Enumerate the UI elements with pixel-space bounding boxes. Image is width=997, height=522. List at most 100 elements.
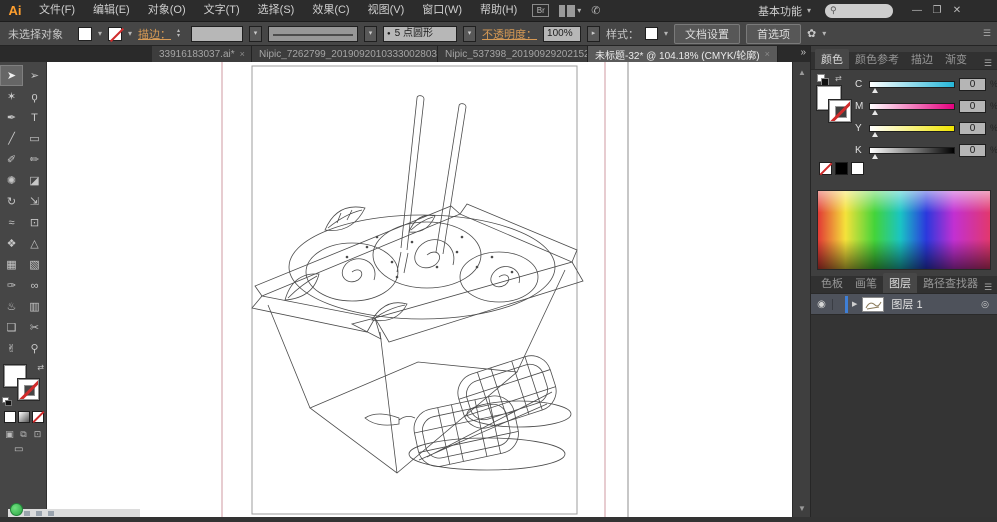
slice-tool[interactable]: ✂: [23, 317, 46, 338]
none-swatch[interactable]: [819, 162, 832, 175]
tab-brushes[interactable]: 画笔: [849, 273, 883, 293]
panel-stroke-swatch[interactable]: [829, 100, 851, 122]
stroke-width-stepper[interactable]: ▴ ▾: [177, 28, 185, 39]
document-tab[interactable]: Nipic_537398_20190929202152610000.ai* ×: [438, 46, 588, 62]
panel-menu-icon[interactable]: ☰: [984, 282, 997, 293]
selection-tool[interactable]: ➤: [0, 65, 23, 86]
none-button[interactable]: [32, 411, 44, 423]
menu-file[interactable]: 文件(F): [30, 0, 84, 21]
stroke-swatch-none[interactable]: [18, 379, 39, 400]
brush-definition-arrow[interactable]: ▾: [463, 25, 477, 42]
document-tab-active[interactable]: 未标题-32* @ 104.18% (CMYK/轮廓) ×: [588, 46, 778, 62]
pen-tool[interactable]: ✒: [0, 107, 23, 128]
minimize-button[interactable]: —: [907, 5, 927, 16]
recolor-artwork-icon[interactable]: ✿: [807, 27, 816, 40]
cs-live-icon[interactable]: ✆: [591, 4, 600, 17]
black-value-field[interactable]: 0: [959, 143, 986, 157]
arrange-documents-button[interactable]: ▾: [559, 4, 581, 17]
mesh-tool[interactable]: ▦: [0, 254, 23, 275]
taskbar-app-icon[interactable]: [48, 510, 54, 516]
style-swatch[interactable]: [645, 27, 659, 40]
blend-tool[interactable]: ∞: [23, 275, 46, 296]
artboard-tool[interactable]: ❑: [0, 317, 23, 338]
cyan-slider[interactable]: [869, 80, 955, 93]
visibility-eye-icon[interactable]: ◉: [811, 298, 833, 310]
swap-fill-stroke-icon[interactable]: ⇄: [37, 363, 44, 372]
rotate-tool[interactable]: ↻: [0, 191, 23, 212]
tab-close-icon[interactable]: ×: [240, 49, 245, 59]
black-slider[interactable]: [869, 146, 955, 159]
perspective-grid-tool[interactable]: △: [23, 233, 46, 254]
tab-pathfinder[interactable]: 路径查找器: [917, 273, 984, 293]
tab-stroke[interactable]: 描边: [905, 49, 939, 69]
tab-color-guide[interactable]: 颜色参考: [849, 49, 905, 69]
bridge-icon[interactable]: Br: [532, 4, 550, 17]
stroke-panel-link[interactable]: 描边：: [138, 26, 171, 42]
white-swatch[interactable]: [851, 162, 864, 175]
layer-row[interactable]: ◉ ▶ 图层 1 ◎: [811, 294, 997, 315]
menu-view[interactable]: 视图(V): [359, 0, 414, 21]
chevron-down-icon[interactable]: ▾: [822, 29, 826, 38]
magenta-slider[interactable]: [869, 102, 955, 115]
taskbar-green-icon[interactable]: [10, 503, 23, 516]
menu-object[interactable]: 对象(O): [139, 0, 195, 21]
lasso-tool[interactable]: ϙ: [23, 86, 46, 107]
menu-edit[interactable]: 编辑(E): [84, 0, 139, 21]
opacity-field[interactable]: 100%: [543, 25, 582, 42]
draw-normal-mode[interactable]: ▣: [3, 428, 16, 440]
width-tool[interactable]: ≈: [0, 212, 23, 233]
restore-button[interactable]: ❐: [927, 5, 947, 16]
scroll-up-icon[interactable]: ▲: [793, 68, 811, 77]
rectangle-tool[interactable]: ▭: [23, 128, 46, 149]
close-button[interactable]: ✕: [947, 5, 967, 16]
stepper-down-icon[interactable]: ▾: [177, 33, 185, 39]
gradient-button[interactable]: [18, 411, 30, 423]
screen-mode-button[interactable]: ▭: [14, 444, 46, 455]
magic-wand-tool[interactable]: ✶: [0, 86, 23, 107]
type-tool[interactable]: T: [23, 107, 46, 128]
width-profile-arrow[interactable]: ▾: [364, 25, 378, 42]
workspace-switcher[interactable]: 基本功能 ▾: [758, 3, 811, 19]
chevron-down-icon[interactable]: ▾: [664, 29, 668, 38]
menu-window[interactable]: 窗口(W): [413, 0, 471, 21]
tab-layers[interactable]: 图层: [883, 273, 917, 293]
brush-definition-dropdown[interactable]: ● 5 点圆形: [383, 25, 458, 42]
canvas[interactable]: [47, 62, 792, 517]
control-panel-menu-icon[interactable]: ☰: [983, 28, 991, 39]
hand-tool[interactable]: ✌: [0, 338, 23, 359]
menu-type[interactable]: 文字(T): [195, 0, 249, 21]
default-fill-stroke-icon[interactable]: [817, 74, 829, 86]
chevron-down-icon[interactable]: ▾: [98, 29, 102, 38]
preferences-button[interactable]: 首选项: [746, 23, 802, 44]
tab-color[interactable]: 颜色: [815, 49, 849, 69]
stroke-color-swatch[interactable]: [108, 26, 123, 41]
eyedropper-tool[interactable]: ✑: [0, 275, 23, 296]
default-fill-stroke-icon[interactable]: [2, 397, 13, 407]
stroke-width-field[interactable]: [191, 25, 244, 42]
width-profile-dropdown[interactable]: [268, 25, 359, 42]
draw-inside-mode[interactable]: ⊡: [31, 428, 44, 440]
fill-color-swatch[interactable]: [78, 26, 92, 41]
document-tab[interactable]: Nipic_7262799_20190920103330028031.ai* ×: [252, 46, 438, 62]
line-segment-tool[interactable]: ╱: [0, 128, 23, 149]
paintbrush-tool[interactable]: ✐: [0, 149, 23, 170]
chevron-down-icon[interactable]: ▾: [128, 29, 132, 38]
eraser-tool[interactable]: ◪: [23, 170, 46, 191]
tab-overflow-chevron[interactable]: »: [800, 47, 806, 58]
pencil-tool[interactable]: ✏: [23, 149, 46, 170]
cyan-value-field[interactable]: 0: [959, 77, 986, 91]
expand-triangle-icon[interactable]: ▶: [852, 300, 857, 308]
color-button[interactable]: [4, 411, 16, 423]
swap-fill-stroke-icon[interactable]: ⇄: [835, 74, 842, 83]
help-search-box[interactable]: ⚲: [825, 3, 893, 18]
draw-behind-mode[interactable]: ⧉: [17, 428, 30, 440]
layer-thumbnail[interactable]: [862, 296, 885, 312]
shape-builder-tool[interactable]: ❖: [0, 233, 23, 254]
column-graph-tool[interactable]: ▥: [23, 296, 46, 317]
document-tab[interactable]: 33916183037.ai* ×: [152, 46, 252, 62]
yellow-slider[interactable]: [869, 124, 955, 137]
direct-selection-tool[interactable]: ➢: [23, 65, 46, 86]
tab-gradient[interactable]: 渐变: [939, 49, 973, 69]
document-setup-button[interactable]: 文档设置: [674, 23, 741, 44]
menu-help[interactable]: 帮助(H): [471, 0, 526, 21]
